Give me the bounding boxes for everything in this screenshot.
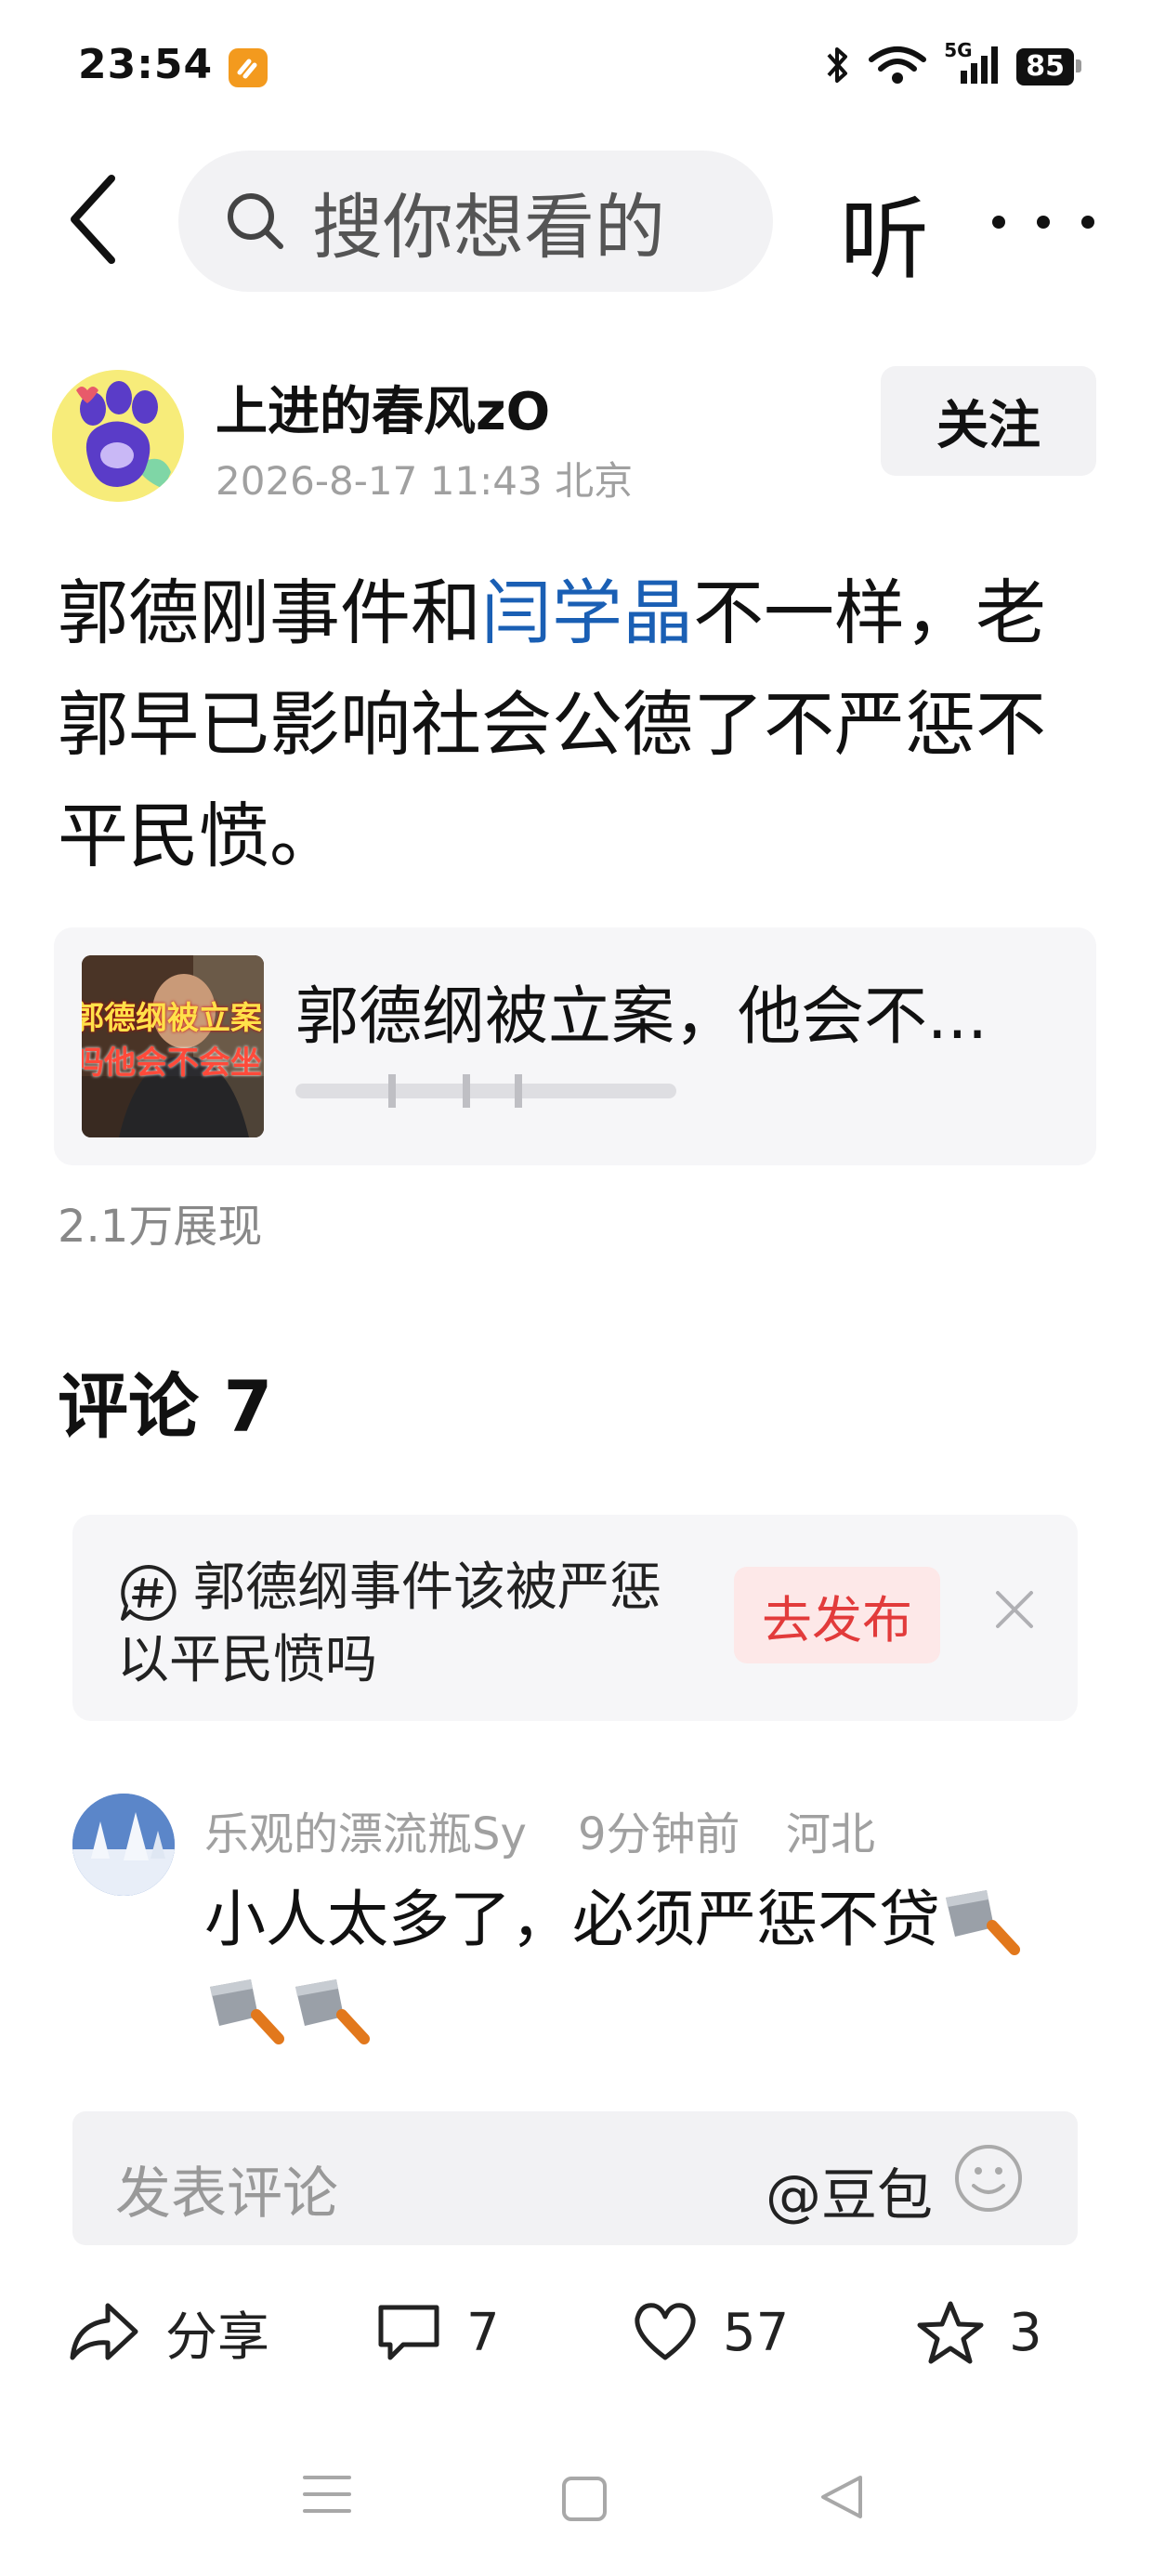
search-icon [228, 193, 283, 249]
author-avatar[interactable] [52, 370, 184, 502]
emoji-icon[interactable] [953, 2143, 1024, 2214]
post-body: 郭德刚事件和闫学晶不一样，老郭早已影响社会公德了不严惩不平民愤。 [58, 558, 1098, 892]
wifi-icon [868, 45, 927, 89]
comment-text: 小人太多了，必须严惩不贷 [204, 1875, 1059, 2054]
mention-doubao-button[interactable]: @豆包 [766, 2150, 933, 2231]
network-type-label: 5G [944, 39, 973, 61]
post-text-part1: 郭德刚事件和 [58, 572, 481, 654]
thumbnail-caption-line2: 吗他会不会坐 [82, 1045, 262, 1082]
video-card-title: 郭德纲被立案，他会不... [295, 980, 988, 1054]
cellular-signal-icon: 5G [944, 39, 1000, 89]
back-button[interactable] [56, 173, 130, 266]
like-count: 57 [723, 2302, 790, 2363]
status-indicators: 5G 85 [825, 39, 1081, 93]
commenter-name[interactable]: 乐观的漂流瓶Sy [204, 1797, 527, 1862]
commenter-avatar[interactable] [72, 1794, 175, 1896]
comment-time: 9分钟前 [578, 1808, 740, 1860]
comments-title: 评论 7 [58, 1365, 273, 1448]
search-input[interactable]: 搜你想看的 [178, 151, 773, 292]
cleaver-emoji-icon [295, 1978, 370, 2044]
publish-button[interactable]: 去发布 [734, 1567, 940, 1663]
video-thumbnail: 郭德纲被立案 吗他会不会坐 [82, 955, 264, 1137]
topic-prompt-card: 郭德纲事件该被严惩以平民愤吗 去发布 [72, 1515, 1078, 1721]
author-name[interactable]: 上进的春风zO [216, 370, 550, 445]
favorite-count: 3 [1009, 2302, 1042, 2363]
topic-text: 郭德纲事件该被严惩以平民愤吗 [117, 1557, 661, 1690]
menu-icon[interactable] [303, 2472, 351, 2517]
comment-count: 7 [466, 2302, 500, 2363]
comment-icon [378, 2305, 439, 2360]
star-icon [917, 2301, 984, 2364]
post-meta: 2026-8-17 11:43 北京 [216, 458, 634, 504]
chevron-left-icon [71, 175, 115, 264]
app-notification-icon [229, 48, 268, 87]
comment-input-placeholder: 发表评论 [115, 2162, 338, 2227]
battery-indicator: 85 [1016, 48, 1081, 85]
comment-location: 河北 [786, 1808, 876, 1860]
heart-icon [635, 2303, 696, 2360]
listen-button[interactable]: 听 [840, 167, 929, 296]
cleaver-emoji-icon [946, 1889, 1020, 1955]
search-placeholder: 搜你想看的 [312, 186, 665, 269]
home-square-icon[interactable] [561, 2476, 608, 2522]
linked-video-card[interactable]: 郭德纲被立案 吗他会不会坐 郭德纲被立案，他会不... [54, 927, 1096, 1165]
share-label: 分享 [165, 2307, 269, 2368]
share-button[interactable]: 分享 [67, 2288, 269, 2377]
follow-button[interactable]: 关注 [881, 366, 1096, 476]
blurred-subtitle [295, 1071, 676, 1111]
view-count: 2.1万展现 [58, 1201, 263, 1253]
favorite-button[interactable]: 3 [916, 2288, 1042, 2377]
bluetooth-icon [825, 44, 851, 90]
comment-input[interactable]: 发表评论 @豆包 [72, 2111, 1078, 2245]
close-icon[interactable] [992, 1587, 1037, 1632]
like-button[interactable]: 57 [632, 2288, 789, 2377]
thumbnail-caption-line1: 郭德纲被立案 [82, 1000, 262, 1037]
more-options-icon[interactable] [992, 190, 1094, 255]
back-triangle-icon[interactable] [819, 2474, 864, 2520]
status-time: 23:54 [78, 41, 214, 88]
cleaver-emoji-icon [210, 1978, 284, 2044]
comment-button[interactable]: 7 [375, 2288, 500, 2377]
comment-body: 小人太多了，必须严惩不贷 [204, 1884, 940, 1955]
post-topic-link[interactable]: 闫学晶 [481, 572, 693, 654]
share-icon [70, 2303, 138, 2360]
